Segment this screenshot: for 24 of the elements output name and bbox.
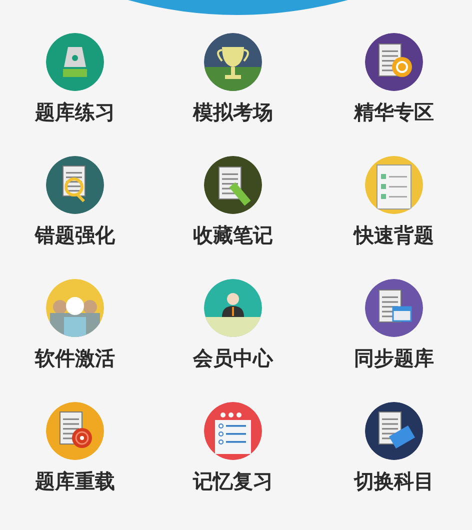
- menu-tile[interactable]: 题库练习: [0, 33, 150, 125]
- checklist-icon: [365, 156, 423, 214]
- menu-tile[interactable]: 精华专区: [316, 33, 472, 125]
- pen-nib-icon: [46, 33, 104, 91]
- menu-tile[interactable]: 同步题库: [316, 279, 472, 371]
- document-target-icon: [46, 402, 104, 460]
- menu-tile[interactable]: 记忆复习: [150, 402, 316, 494]
- menu-tile[interactable]: 会员中心: [150, 279, 316, 371]
- document-keyboard-icon: [365, 402, 423, 460]
- menu-tile[interactable]: 错题强化: [0, 156, 150, 248]
- document-question-icon: [365, 33, 423, 91]
- people-group-icon: [46, 279, 104, 337]
- person-at-desk-icon: [204, 279, 262, 337]
- menu-tile[interactable]: 收藏笔记: [150, 156, 316, 248]
- trophy-icon: [204, 33, 262, 91]
- document-calendar-icon: [365, 279, 423, 337]
- document-magnifier-icon: [46, 156, 104, 214]
- document-pen-icon: [204, 156, 262, 214]
- menu-tile[interactable]: 快速背题: [316, 156, 472, 248]
- calendar-list-icon: [204, 402, 262, 460]
- menu-tile[interactable]: 题库重载: [0, 402, 150, 494]
- menu-tile[interactable]: 软件激活: [0, 279, 150, 371]
- menu-tile[interactable]: 模拟考场: [150, 33, 316, 125]
- menu-tile[interactable]: 切换科目: [316, 402, 472, 494]
